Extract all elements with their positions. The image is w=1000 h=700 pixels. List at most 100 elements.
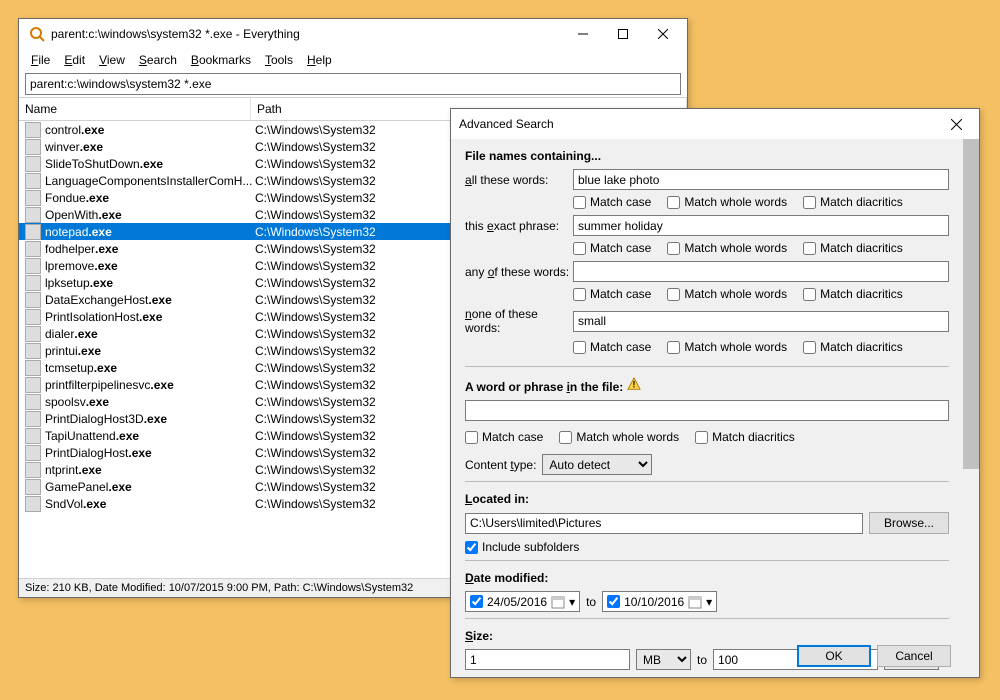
file-icon [25, 139, 41, 155]
adv-titlebar[interactable]: Advanced Search [451, 109, 979, 139]
chk-match-case-file[interactable]: Match case [465, 430, 543, 444]
search-input[interactable] [25, 73, 681, 95]
file-name: control.exe [45, 123, 255, 137]
input-exact-phrase[interactable] [573, 215, 949, 236]
chk-match-whole-4[interactable]: Match whole words [667, 340, 787, 354]
file-name: tcmsetup.exe [45, 361, 255, 375]
label-to-date: to [586, 595, 596, 609]
input-size-from[interactable] [465, 649, 630, 670]
file-icon [25, 309, 41, 325]
chk-match-diacritics-1[interactable]: Match diacritics [803, 195, 903, 209]
advanced-search-window: Advanced Search File names containing...… [450, 108, 980, 678]
adv-body: File names containing... all these words… [451, 139, 979, 677]
maximize-button[interactable] [603, 20, 643, 48]
date-from[interactable]: 24/05/2016▾ [465, 591, 580, 612]
file-name: ntprint.exe [45, 463, 255, 477]
file-icon [25, 241, 41, 257]
label-exact-phrase: this exact phrase: [465, 219, 573, 233]
chk-match-case-1[interactable]: Match case [573, 195, 651, 209]
cancel-button[interactable]: Cancel [877, 645, 951, 667]
chk-match-whole-3[interactable]: Match whole words [667, 287, 787, 301]
menu-edit[interactable]: Edit [58, 51, 91, 69]
file-name: TapiUnattend.exe [45, 429, 255, 443]
minimize-button[interactable] [563, 20, 603, 48]
file-icon [25, 479, 41, 495]
chk-match-case-2[interactable]: Match case [573, 241, 651, 255]
file-icon [25, 394, 41, 410]
menu-search[interactable]: Search [133, 51, 183, 69]
menu-file[interactable]: File [25, 51, 56, 69]
select-content-type[interactable]: Auto detect [542, 454, 652, 475]
section-file-names: File names containing... [465, 149, 949, 163]
close-button[interactable] [643, 20, 683, 48]
file-icon [25, 343, 41, 359]
file-name: dialer.exe [45, 327, 255, 341]
section-date-modified: Date modified: [465, 571, 949, 585]
file-name: GamePanel.exe [45, 480, 255, 494]
file-icon [25, 377, 41, 393]
app-icon [29, 26, 45, 42]
section-word-in-file: A word or phrase in the file: ! [465, 377, 949, 394]
file-name: lpremove.exe [45, 259, 255, 273]
file-name: DataExchangeHost.exe [45, 293, 255, 307]
input-all-words[interactable] [573, 169, 949, 190]
file-icon [25, 190, 41, 206]
file-name: printui.exe [45, 344, 255, 358]
menu-help[interactable]: Help [301, 51, 338, 69]
calendar-icon [551, 595, 565, 609]
file-name: Fondue.exe [45, 191, 255, 205]
menu-view[interactable]: View [93, 51, 131, 69]
column-name[interactable]: Name [19, 98, 251, 120]
file-icon [25, 445, 41, 461]
chk-include-subfolders[interactable]: Include subfolders [465, 540, 949, 554]
calendar-icon [688, 595, 702, 609]
input-located-in[interactable] [465, 513, 863, 534]
chk-match-case-4[interactable]: Match case [573, 340, 651, 354]
browse-button[interactable]: Browse... [869, 512, 949, 534]
scrollbar-track[interactable] [963, 139, 979, 677]
file-icon [25, 275, 41, 291]
file-icon [25, 292, 41, 308]
select-size-from-unit[interactable]: MB [636, 649, 691, 670]
date-to[interactable]: 10/10/2016▾ [602, 591, 717, 612]
file-icon [25, 258, 41, 274]
input-any-words[interactable] [573, 261, 949, 282]
chk-match-diacritics-3[interactable]: Match diacritics [803, 287, 903, 301]
chk-match-diacritics-2[interactable]: Match diacritics [803, 241, 903, 255]
chk-match-case-3[interactable]: Match case [573, 287, 651, 301]
scrollbar-thumb[interactable] [963, 139, 979, 469]
file-icon [25, 411, 41, 427]
titlebar[interactable]: parent:c:\windows\system32 *.exe - Every… [19, 19, 687, 49]
file-name: fodhelper.exe [45, 242, 255, 256]
adv-close-button[interactable] [941, 110, 971, 138]
input-word-in-file[interactable] [465, 400, 949, 421]
chk-match-whole-file[interactable]: Match whole words [559, 430, 679, 444]
chk-match-whole-1[interactable]: Match whole words [667, 195, 787, 209]
chk-match-diacritics-file[interactable]: Match diacritics [695, 430, 795, 444]
file-name: PrintIsolationHost.exe [45, 310, 255, 324]
chk-match-whole-2[interactable]: Match whole words [667, 241, 787, 255]
ok-button[interactable]: OK [797, 645, 871, 667]
menu-bookmarks[interactable]: Bookmarks [185, 51, 257, 69]
svg-text:!: ! [632, 380, 635, 390]
file-icon [25, 224, 41, 240]
file-icon [25, 428, 41, 444]
file-name: LanguageComponentsInstallerComH... [45, 174, 255, 188]
warning-icon: ! [627, 377, 641, 391]
file-icon [25, 122, 41, 138]
file-name: SlideToShutDown.exe [45, 157, 255, 171]
file-name: spoolsv.exe [45, 395, 255, 409]
file-name: OpenWith.exe [45, 208, 255, 222]
chk-match-diacritics-4[interactable]: Match diacritics [803, 340, 903, 354]
menu-tools[interactable]: Tools [259, 51, 299, 69]
file-name: PrintDialogHost3D.exe [45, 412, 255, 426]
file-icon [25, 496, 41, 512]
file-icon [25, 360, 41, 376]
input-none-words[interactable] [573, 311, 949, 332]
file-name: SndVol.exe [45, 497, 255, 511]
file-name: lpksetup.exe [45, 276, 255, 290]
file-name: notepad.exe [45, 225, 255, 239]
label-any-words: any of these words: [465, 265, 573, 279]
adv-title-text: Advanced Search [459, 117, 941, 131]
file-name: PrintDialogHost.exe [45, 446, 255, 460]
